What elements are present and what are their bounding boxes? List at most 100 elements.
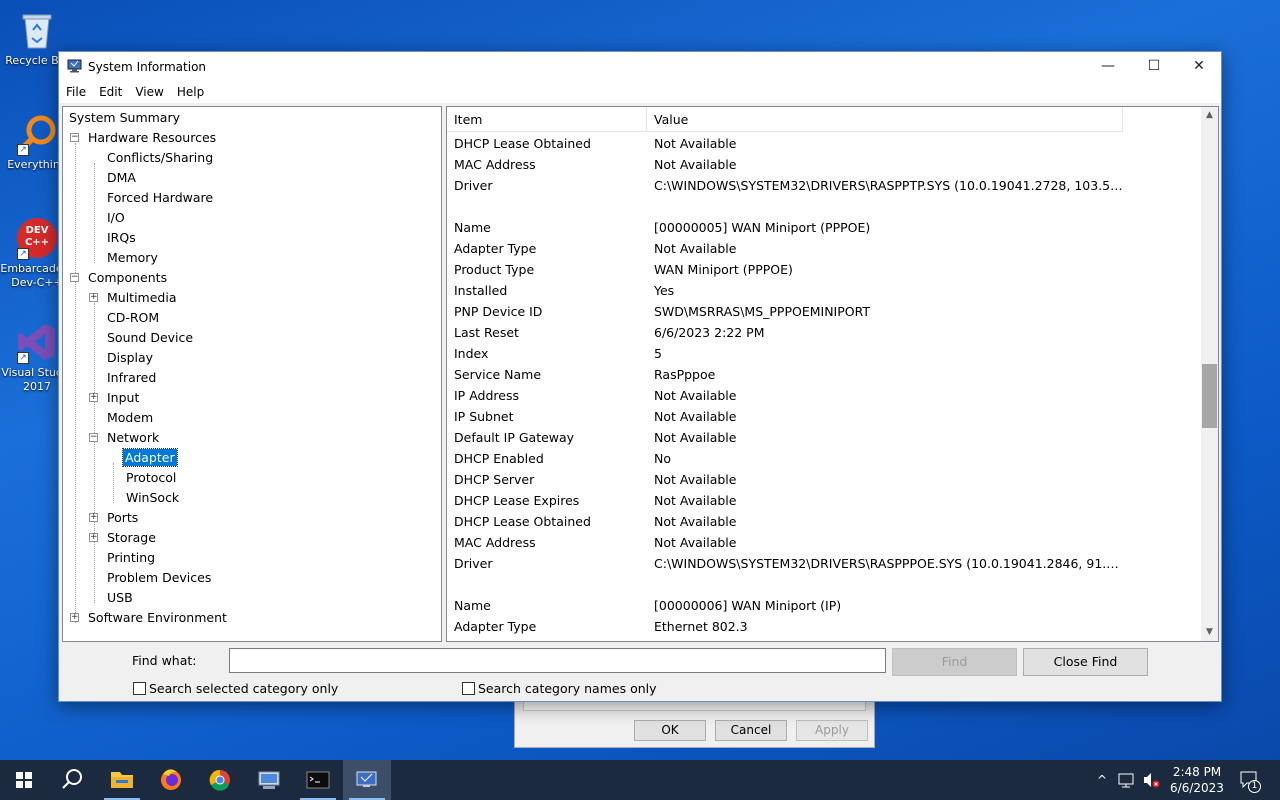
detail-row[interactable]: DHCP Server Not Available	[447, 469, 1202, 490]
title-bar[interactable]: System Information — ☐ ✕	[59, 52, 1221, 81]
detail-row[interactable]: PNP Device ID SWD\MSRRAS\MS_PPPOEMINIPORT	[447, 301, 1202, 322]
detail-row[interactable]: Product Type WAN Miniport (PPPOE)	[447, 259, 1202, 280]
expand-icon[interactable]: +	[89, 393, 98, 402]
tree-item-irqs[interactable]: IRQs	[105, 228, 138, 248]
terminal-icon[interactable]	[294, 760, 342, 800]
expand-icon[interactable]: +	[70, 613, 79, 622]
tree-item-storage[interactable]: Storage	[105, 528, 158, 548]
detail-row[interactable]: DHCP Enabled No	[447, 448, 1202, 469]
tree-item-software-environment[interactable]: Software Environment	[86, 608, 229, 628]
clock[interactable]: 2:48 PM 6/6/2023	[1166, 760, 1228, 800]
search-selected-category-label[interactable]: Search selected category only	[149, 681, 338, 696]
search-category-names-checkbox[interactable]	[462, 682, 475, 695]
show-hidden-icons-icon[interactable]: ^	[1092, 760, 1112, 800]
tree-item-dma[interactable]: DMA	[105, 168, 138, 188]
detail-row[interactable]: MAC Address Not Available	[447, 532, 1202, 553]
firefox-icon[interactable]	[147, 760, 195, 800]
detail-row[interactable]: MAC Address Not Available	[447, 154, 1202, 175]
cancel-button[interactable]: Cancel	[715, 720, 787, 741]
expand-icon[interactable]: +	[89, 513, 98, 522]
detail-row[interactable]: Adapter Type Not Available	[447, 238, 1202, 259]
apply-button[interactable]: Apply	[796, 720, 868, 741]
detail-row[interactable]: Driver C:\WINDOWS\SYSTEM32\DRIVERS\RASPPP…	[447, 553, 1202, 574]
detail-row[interactable]: Name [00000006] WAN Miniport (IP)	[447, 595, 1202, 616]
system-information-taskbar-icon[interactable]	[343, 760, 391, 800]
menu-edit[interactable]: Edit	[95, 85, 126, 99]
column-header-value[interactable]: Value	[647, 107, 1123, 132]
tree-item-usb[interactable]: USB	[105, 588, 135, 608]
tree-item-sound-device[interactable]: Sound Device	[105, 328, 195, 348]
scroll-up-icon[interactable]: ▲	[1201, 107, 1218, 124]
minimize-button[interactable]: —	[1085, 52, 1131, 81]
collapse-icon[interactable]: −	[89, 433, 98, 442]
file-explorer-icon[interactable]	[98, 760, 146, 800]
tree-item-modem[interactable]: Modem	[105, 408, 155, 428]
volume-muted-icon[interactable]	[1140, 760, 1162, 800]
search-icon[interactable]	[48, 760, 96, 800]
maximize-button[interactable]: ☐	[1131, 52, 1177, 81]
detail-row[interactable]: Index 5	[447, 343, 1202, 364]
tree-item-network[interactable]: Network	[105, 428, 161, 448]
detail-row[interactable]: IP Address Not Available	[447, 385, 1202, 406]
detail-row[interactable]: Driver C:\WINDOWS\SYSTEM32\DRIVERS\RASPPT…	[447, 175, 1202, 196]
detail-row[interactable]: DHCP Lease Expires Not Available	[447, 490, 1202, 511]
close-button[interactable]: ✕	[1176, 52, 1222, 81]
close-find-button[interactable]: Close Find	[1023, 648, 1148, 676]
tree-item-forced-hardware[interactable]: Forced Hardware	[105, 188, 215, 208]
menu-help[interactable]: Help	[173, 85, 208, 99]
detail-row[interactable]: Last Reset 6/6/2023 2:22 PM	[447, 322, 1202, 343]
collapse-icon[interactable]: −	[70, 133, 79, 142]
search-selected-category-checkbox[interactable]	[133, 682, 146, 695]
tree-item-multimedia[interactable]: Multimedia	[105, 288, 179, 308]
tree-item-system-summary[interactable]: System Summary	[67, 108, 182, 128]
tree-item-components[interactable]: Components	[86, 268, 169, 288]
detail-row[interactable]: Default IP Gateway Not Available	[447, 427, 1202, 448]
network-icon[interactable]	[1116, 760, 1138, 800]
collapse-icon[interactable]: −	[70, 273, 79, 282]
column-header-item[interactable]: Item	[447, 107, 647, 132]
detail-row[interactable]: Adapter Type Ethernet 802.3	[447, 616, 1202, 637]
detail-value: Not Available	[654, 430, 737, 445]
expand-icon[interactable]: +	[89, 293, 98, 302]
tree-item-conflicts-sharing[interactable]: Conflicts/Sharing	[105, 148, 215, 168]
find-button[interactable]: Find	[892, 648, 1017, 676]
tree-item-display[interactable]: Display	[105, 348, 155, 368]
tree-item-memory[interactable]: Memory	[105, 248, 160, 268]
tree-item-printing[interactable]: Printing	[105, 548, 157, 568]
detail-row[interactable]: Name [00000005] WAN Miniport (PPPOE)	[447, 217, 1202, 238]
ok-button[interactable]: OK	[634, 720, 706, 741]
search-category-names-label[interactable]: Search category names only	[478, 681, 657, 696]
windows-start-icon[interactable]	[0, 760, 48, 800]
tree-item-io[interactable]: I/O	[105, 208, 127, 228]
tree-item-adapter[interactable]: Adapter	[122, 448, 178, 468]
detail-row[interactable]	[447, 574, 1202, 595]
detail-value: Not Available	[654, 136, 737, 151]
tree-item-cd-rom[interactable]: CD-ROM	[105, 308, 161, 328]
action-center-icon[interactable]: 1	[1234, 760, 1264, 800]
detail-row[interactable]: Installed Yes	[447, 280, 1202, 301]
tree-item-protocol[interactable]: Protocol	[124, 468, 178, 488]
find-what-input[interactable]	[229, 648, 886, 673]
expand-icon[interactable]: +	[89, 533, 98, 542]
detail-row[interactable]: DHCP Lease Obtained Not Available	[447, 511, 1202, 532]
tree-item-winsock[interactable]: WinSock	[124, 488, 181, 508]
menu-file[interactable]: File	[62, 85, 90, 99]
category-tree[interactable]: System Summary − Hardware Resources Conf…	[62, 106, 442, 642]
detail-row[interactable]: Service Name RasPppoe	[447, 364, 1202, 385]
tree-item-problem-devices[interactable]: Problem Devices	[105, 568, 213, 588]
scroll-down-icon[interactable]: ▼	[1201, 624, 1218, 641]
tree-item-infrared[interactable]: Infrared	[105, 368, 158, 388]
chrome-icon[interactable]	[196, 760, 244, 800]
detail-row[interactable]: IP Subnet Not Available	[447, 406, 1202, 427]
tree-item-input[interactable]: Input	[105, 388, 141, 408]
tree-item-hardware-resources[interactable]: Hardware Resources	[86, 128, 218, 148]
scroll-thumb[interactable]	[1202, 364, 1217, 428]
vertical-scrollbar[interactable]: ▲ ▼	[1201, 107, 1218, 641]
details-list[interactable]: Item Value DHCP Lease Obtained Not Availa…	[446, 106, 1219, 642]
detail-item: Driver	[454, 556, 493, 571]
detail-row[interactable]	[447, 196, 1202, 217]
menu-view[interactable]: View	[131, 85, 167, 99]
tree-item-ports[interactable]: Ports	[105, 508, 140, 528]
detail-row[interactable]: DHCP Lease Obtained Not Available	[447, 133, 1202, 154]
control-panel-icon[interactable]	[245, 760, 293, 800]
